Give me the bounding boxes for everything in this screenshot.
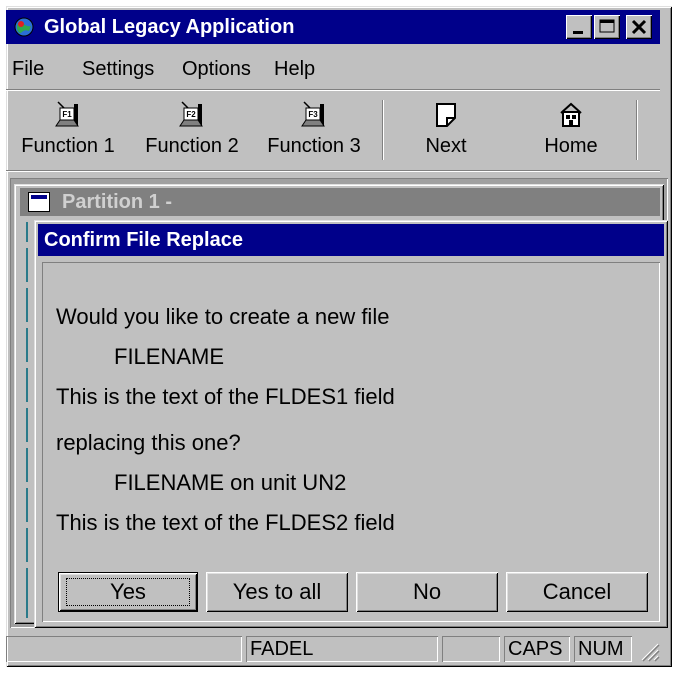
dialog-title-bar[interactable]: Confirm File Replace — [38, 224, 664, 256]
yes-button[interactable]: Yes — [58, 572, 198, 612]
f2-key-text: F2 — [186, 110, 196, 119]
cancel-label: Cancel — [542, 579, 612, 604]
yes-to-all-button[interactable]: Yes to all — [206, 572, 348, 612]
dialog-title: Confirm File Replace — [44, 229, 243, 251]
message-line: replacing this one? — [56, 430, 241, 455]
title-bar[interactable]: Global Legacy Application — [6, 10, 660, 44]
home-icon — [560, 102, 582, 127]
close-icon — [631, 19, 647, 35]
no-label: No — [412, 579, 442, 604]
toolbar: F1 Function 1 F2 Function 2 F3 Function … — [6, 92, 660, 168]
maximize-button[interactable] — [594, 15, 620, 39]
menu-options[interactable]: Options — [182, 56, 251, 82]
maximize-icon — [599, 19, 615, 33]
yes-to-all-label: Yes to all — [232, 579, 322, 604]
menu-bar: File Settings Options Help — [6, 50, 660, 88]
status-caps: CAPS — [504, 636, 570, 662]
home-label: Home — [544, 135, 598, 157]
function-key-f3-icon: F3 — [301, 101, 325, 127]
window-title: Global Legacy Application — [44, 16, 295, 38]
app-globe-icon — [14, 17, 34, 37]
function-key-f2-icon: F2 — [179, 101, 203, 127]
function2-label: Function 2 — [145, 135, 239, 157]
next-page-icon — [436, 103, 456, 127]
minimize-button[interactable] — [566, 15, 592, 39]
toolbar-end-separator — [636, 100, 638, 160]
toolbar-separator — [382, 100, 384, 160]
focus-rectangle — [66, 578, 190, 606]
next-button[interactable]: Next — [406, 98, 486, 164]
home-button[interactable]: Home — [526, 98, 616, 164]
function1-label: Function 1 — [21, 135, 115, 157]
partition-field-markers — [26, 222, 28, 618]
function1-button[interactable]: F1 Function 1 — [12, 98, 124, 164]
partition-title-bar[interactable]: Partition 1 - — [20, 188, 660, 216]
menu-file[interactable]: File — [12, 56, 44, 82]
resize-grip-icon[interactable] — [638, 640, 660, 662]
function2-button[interactable]: F2 Function 2 — [134, 98, 250, 164]
no-button[interactable]: No — [356, 572, 498, 612]
menu-separator — [6, 89, 660, 91]
close-button[interactable] — [626, 15, 652, 39]
menu-settings[interactable]: Settings — [82, 56, 154, 82]
function-key-f1-icon: F1 — [55, 101, 79, 127]
f3-key-text: F3 — [308, 110, 318, 119]
message-line: This is the text of the FLDES1 field — [56, 384, 395, 409]
function3-label: Function 3 — [267, 135, 361, 157]
cancel-button[interactable]: Cancel — [506, 572, 648, 612]
message-filename-unit: FILENAME on unit UN2 — [114, 470, 347, 495]
function3-button[interactable]: F3 Function 3 — [256, 98, 372, 164]
message-line: Would you like to create a new file — [56, 304, 390, 329]
menu-help[interactable]: Help — [274, 56, 315, 82]
status-pane-message — [6, 636, 242, 662]
next-label: Next — [425, 135, 467, 157]
toolbar-separator-line — [6, 170, 660, 172]
partition-title: Partition 1 - — [62, 191, 173, 213]
status-bar: FADEL CAPS NUM — [6, 632, 660, 664]
f1-key-text: F1 — [62, 110, 72, 119]
message-line: This is the text of the FLDES2 field — [56, 510, 395, 535]
partition-window-icon — [28, 192, 50, 212]
message-filename: FILENAME — [114, 344, 225, 369]
minimize-icon — [573, 31, 583, 34]
status-num: NUM — [574, 636, 632, 662]
status-pane-user: FADEL — [246, 636, 438, 662]
status-pane-empty — [442, 636, 500, 662]
